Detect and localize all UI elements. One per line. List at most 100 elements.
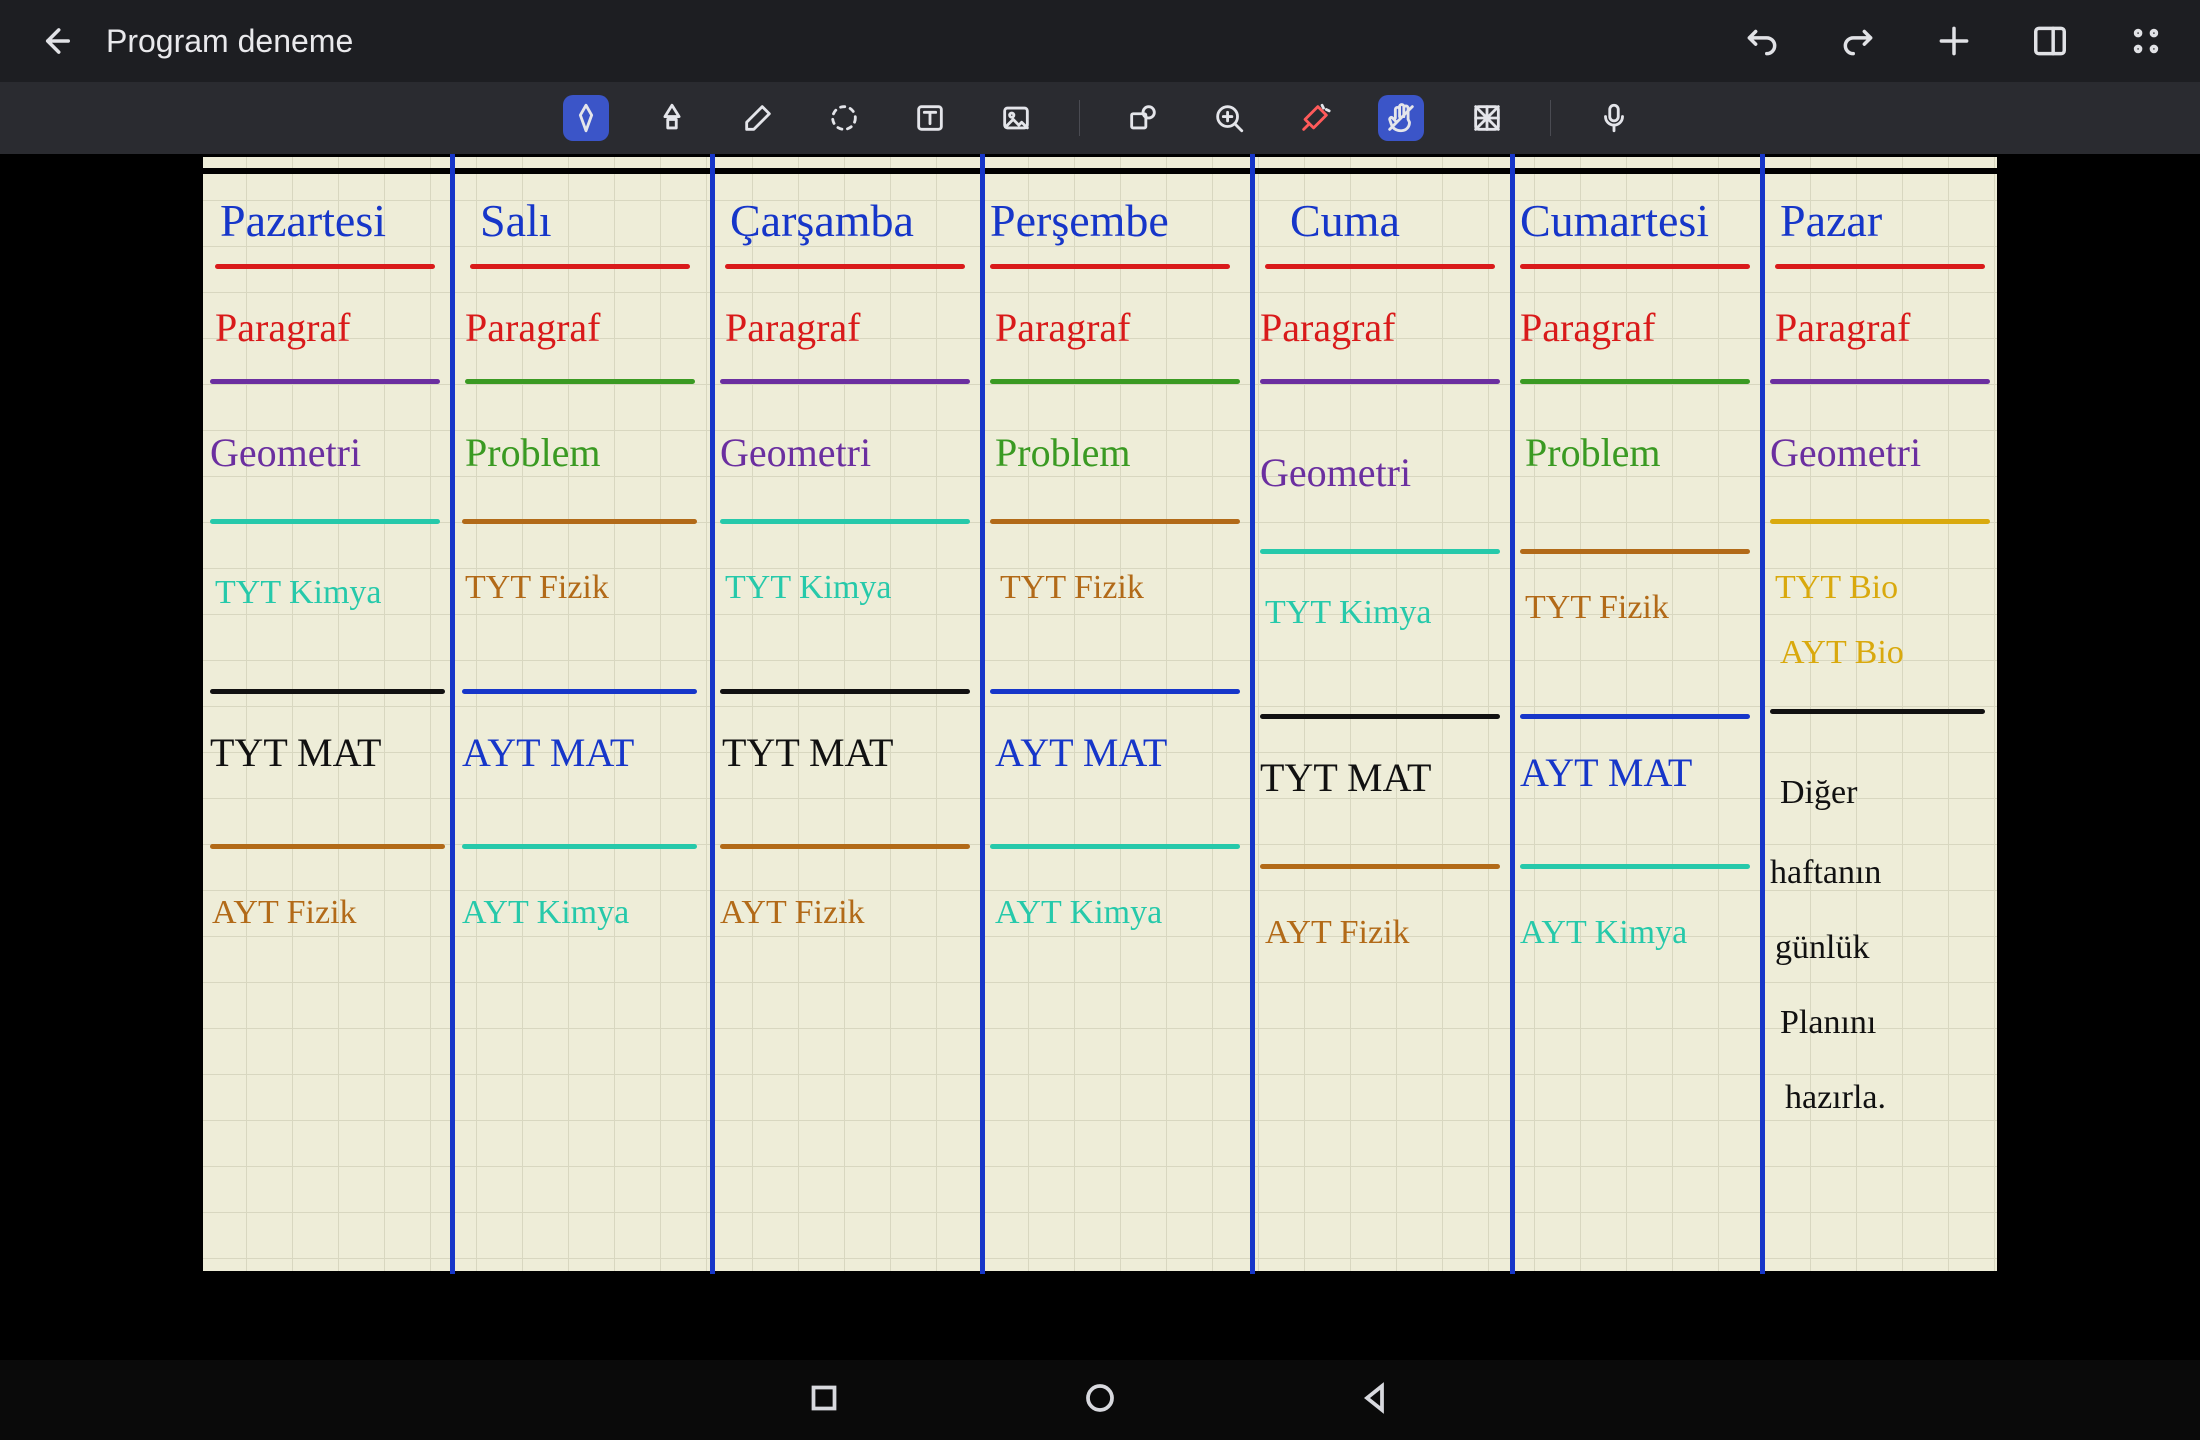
cell-ayt-bio: AYT Bio bbox=[1780, 634, 1904, 672]
row-underline bbox=[210, 379, 440, 384]
back-button[interactable] bbox=[30, 17, 78, 65]
cell-paragraf: Paragraf bbox=[1520, 304, 1655, 351]
row-underline bbox=[1520, 714, 1750, 719]
nav-home-button[interactable] bbox=[1082, 1380, 1118, 1421]
cell-paragraf: Paragraf bbox=[465, 304, 600, 351]
text-tool[interactable] bbox=[907, 95, 953, 141]
document-title: Program deneme bbox=[106, 23, 353, 60]
redo-button[interactable] bbox=[1834, 17, 1882, 65]
row-underline bbox=[1770, 379, 1990, 384]
paper-top-rule bbox=[200, 168, 2000, 174]
note-line: hazırla. bbox=[1785, 1079, 1886, 1117]
highlighter-tool[interactable] bbox=[649, 95, 695, 141]
nav-recent-button[interactable] bbox=[806, 1380, 842, 1421]
row-underline bbox=[462, 689, 697, 694]
cell-geo: Problem bbox=[995, 429, 1131, 476]
undo-button[interactable] bbox=[1738, 17, 1786, 65]
image-tool[interactable] bbox=[993, 95, 1039, 141]
row-underline bbox=[1260, 714, 1500, 719]
cell-geo: Problem bbox=[1525, 429, 1661, 476]
day-header: Pazartesi bbox=[220, 194, 386, 247]
cell-tyt-sci: TYT Fizik bbox=[1525, 589, 1669, 627]
day-header: Pazar bbox=[1780, 194, 1882, 247]
toolbar bbox=[0, 82, 2200, 154]
note-paper[interactable]: Pazartesi Salı Çarşamba Perşembe Cuma Cu… bbox=[200, 154, 2000, 1274]
eraser-tool[interactable] bbox=[735, 95, 781, 141]
row-underline bbox=[1260, 379, 1500, 384]
column-divider bbox=[1510, 154, 1515, 1274]
lasso-tool[interactable] bbox=[821, 95, 867, 141]
mic-tool[interactable] bbox=[1591, 95, 1637, 141]
zoom-tool[interactable] bbox=[1206, 95, 1252, 141]
cell-tyt-sci: TYT Fizik bbox=[1000, 569, 1144, 607]
cell-mat: TYT MAT bbox=[210, 729, 381, 776]
row-underline bbox=[210, 519, 440, 524]
cell-ayt-sci: AYT Kimya bbox=[462, 894, 629, 932]
cell-ayt-sci: AYT Fizik bbox=[1265, 914, 1410, 952]
cell-tyt-sci: TYT Kimya bbox=[725, 569, 892, 607]
cell-mat: AYT MAT bbox=[1520, 749, 1692, 796]
row-underline bbox=[1260, 864, 1500, 869]
cell-paragraf: Paragraf bbox=[1260, 304, 1395, 351]
row-underline bbox=[720, 379, 970, 384]
header-underline bbox=[470, 264, 690, 269]
column-divider bbox=[980, 154, 985, 1274]
header-underline bbox=[990, 264, 1230, 269]
row-underline bbox=[1260, 549, 1500, 554]
note-line: Planını bbox=[1780, 1004, 1876, 1042]
cell-geo: Geometri bbox=[720, 429, 871, 476]
header-underline bbox=[1520, 264, 1750, 269]
add-button[interactable] bbox=[1930, 17, 1978, 65]
row-underline bbox=[990, 519, 1240, 524]
laser-tool[interactable] bbox=[1292, 95, 1338, 141]
row-underline bbox=[720, 689, 970, 694]
cell-paragraf: Paragraf bbox=[725, 304, 860, 351]
header-underline bbox=[1265, 264, 1495, 269]
row-underline bbox=[210, 689, 445, 694]
layout-button[interactable] bbox=[2026, 17, 2074, 65]
cell-paragraf: Paragraf bbox=[215, 304, 350, 351]
column-divider bbox=[710, 154, 715, 1274]
cell-mat: AYT MAT bbox=[995, 729, 1167, 776]
row-underline bbox=[462, 844, 697, 849]
cell-mat: TYT MAT bbox=[722, 729, 893, 776]
shape-tool[interactable] bbox=[1120, 95, 1166, 141]
note-line: haftanın bbox=[1770, 854, 1881, 892]
cell-mat: TYT MAT bbox=[1260, 754, 1431, 801]
hand-tool[interactable] bbox=[1378, 95, 1424, 141]
cell-geo: Geometri bbox=[210, 429, 361, 476]
cell-tyt-sci: TYT Kimya bbox=[215, 574, 382, 612]
day-header: Perşembe bbox=[990, 194, 1169, 247]
day-header: Cumartesi bbox=[1520, 194, 1709, 247]
nav-back-button[interactable] bbox=[1358, 1380, 1394, 1421]
cell-tyt-sci: TYT Bio bbox=[1775, 569, 1898, 607]
pattern-tool[interactable] bbox=[1464, 95, 1510, 141]
row-underline bbox=[720, 519, 970, 524]
day-header: Cuma bbox=[1290, 194, 1400, 247]
row-underline bbox=[462, 519, 697, 524]
cell-tyt-sci: TYT Kimya bbox=[1265, 594, 1432, 632]
titlebar: Program deneme bbox=[0, 0, 2200, 82]
cell-tyt-sci: TYT Fizik bbox=[465, 569, 609, 607]
day-header: Çarşamba bbox=[730, 194, 914, 247]
canvas-area[interactable]: Pazartesi Salı Çarşamba Perşembe Cuma Cu… bbox=[0, 154, 2200, 1360]
row-underline bbox=[1770, 709, 1985, 714]
cell-ayt-sci: AYT Fizik bbox=[720, 894, 865, 932]
toolbar-separator-2 bbox=[1550, 100, 1551, 136]
row-underline bbox=[990, 689, 1240, 694]
cell-geo: Problem bbox=[465, 429, 601, 476]
row-underline bbox=[465, 379, 695, 384]
row-underline bbox=[720, 844, 970, 849]
row-underline bbox=[1520, 549, 1750, 554]
row-underline bbox=[210, 844, 445, 849]
header-underline bbox=[215, 264, 435, 269]
more-button[interactable] bbox=[2122, 17, 2170, 65]
pen-tool[interactable] bbox=[563, 95, 609, 141]
cell-ayt-sci: AYT Kimya bbox=[995, 894, 1162, 932]
row-underline bbox=[990, 379, 1240, 384]
row-underline bbox=[1520, 379, 1750, 384]
header-underline bbox=[725, 264, 965, 269]
cell-geo: Geometri bbox=[1770, 429, 1921, 476]
toolbar-separator bbox=[1079, 100, 1080, 136]
note-line: günlük bbox=[1775, 929, 1869, 967]
